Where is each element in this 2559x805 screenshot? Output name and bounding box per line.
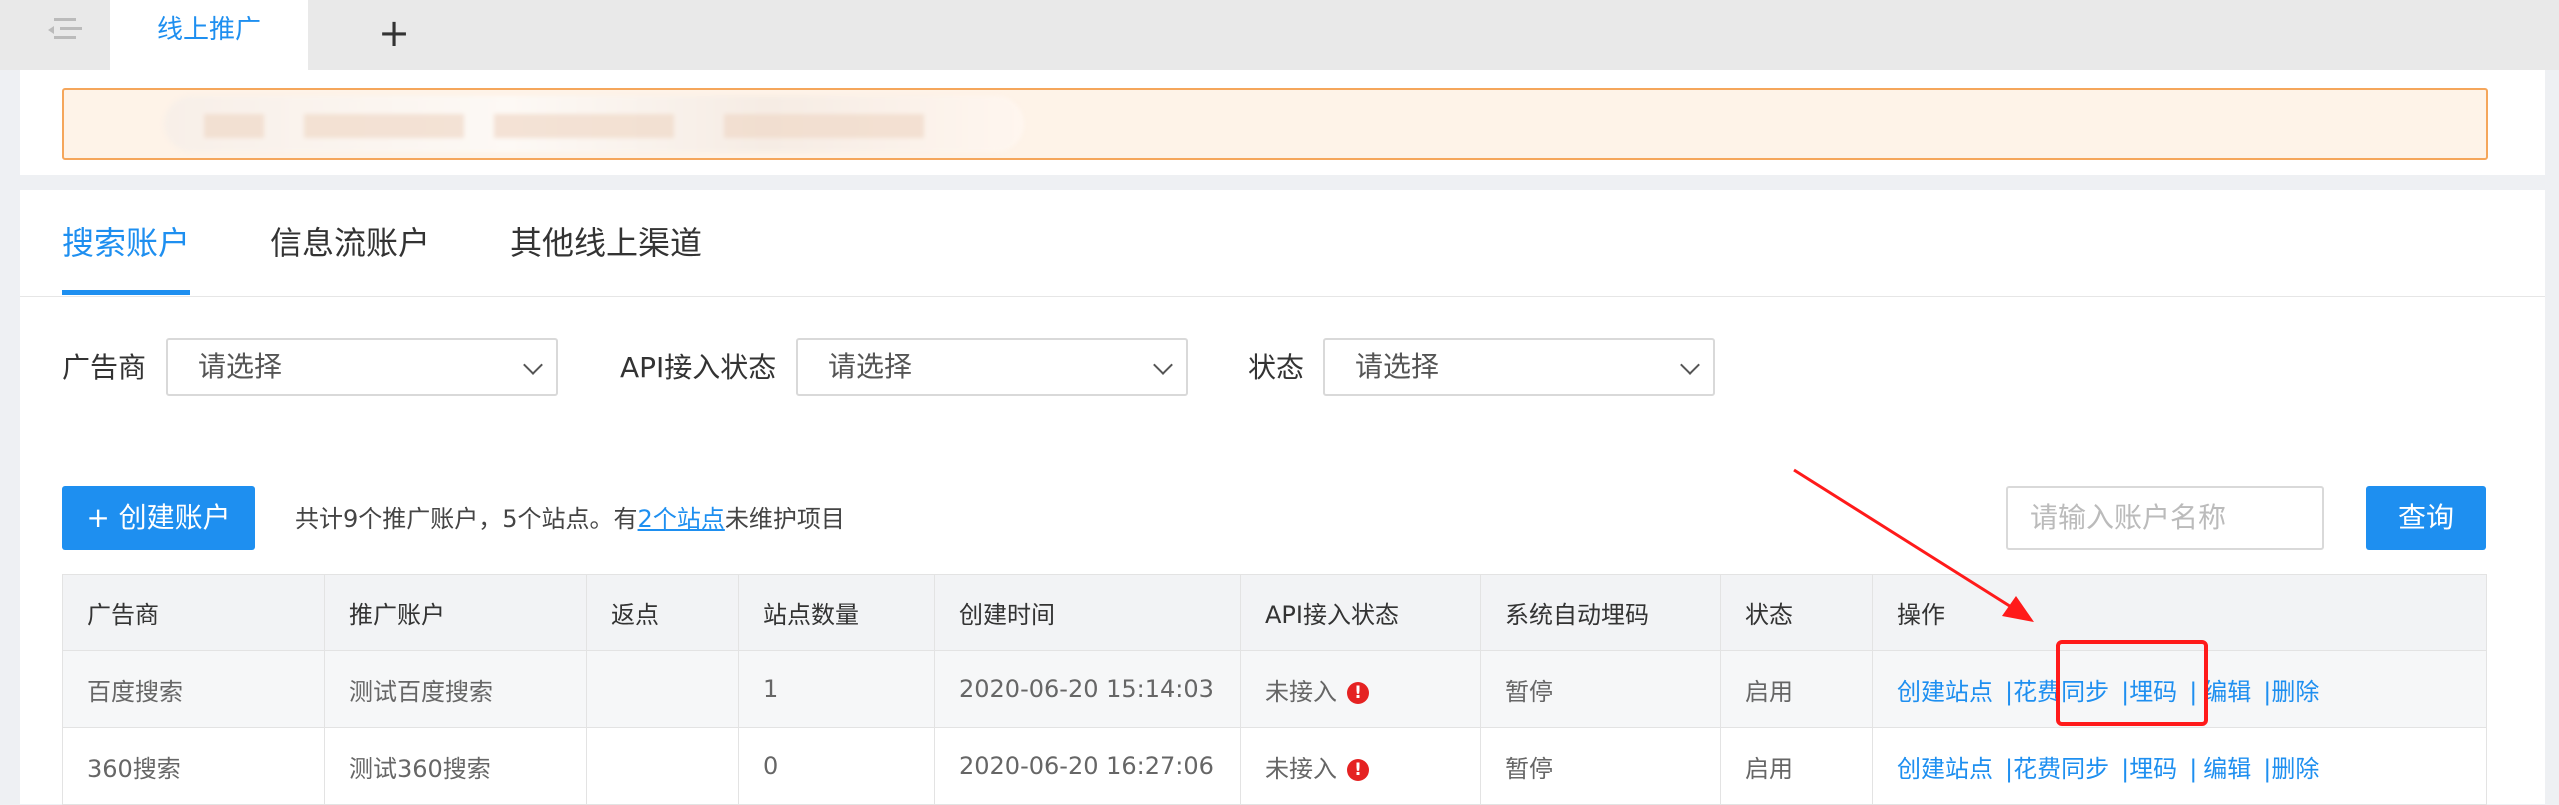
column-header: 推广账户	[324, 574, 587, 651]
cell-created-time: 2020-06-20 15:14:03	[934, 650, 1241, 728]
filter-label-status: 状态	[1248, 351, 1305, 384]
cell-api-status: 未接入!	[1240, 727, 1481, 805]
api-status-text: 未接入	[1265, 754, 1337, 783]
cell-rebate	[586, 650, 739, 728]
column-header: 返点	[586, 574, 739, 651]
blurred-notice-text	[164, 96, 1024, 152]
alert-icon[interactable]: !	[1347, 758, 1369, 781]
action-separator: |	[2005, 754, 2014, 783]
cell-status-toggle[interactable]: 启用	[1720, 727, 1873, 805]
create-site-link[interactable]: 创建站点	[1897, 678, 1993, 706]
search-button[interactable]: 查询	[2366, 486, 2486, 550]
cell-site-count: 0	[738, 727, 935, 805]
unmaintained-sites-link[interactable]: 2个站点	[638, 505, 725, 533]
advertiser-select-value: 请选择	[198, 350, 283, 383]
status-select-value: 请选择	[1355, 350, 1440, 383]
filter-label-api-status: API接入状态	[620, 351, 777, 384]
summary-text: 共计9个推广账户，5个站点。有2个站点未维护项目	[295, 499, 845, 539]
plus-icon[interactable]: +	[372, 10, 416, 56]
chevron-down-icon	[1153, 355, 1173, 375]
api-status-select[interactable]: 请选择	[796, 338, 1188, 396]
advertiser-select[interactable]: 请选择	[166, 338, 558, 396]
action-separator: |	[2189, 754, 2198, 783]
create-account-button[interactable]: + 创建账户	[62, 486, 255, 550]
status-select[interactable]: 请选择	[1323, 338, 1715, 396]
api-status-select-value: 请选择	[828, 350, 913, 383]
table-row: 360搜索 测试360搜索 0 2020-06-20 16:27:06 未接入!…	[62, 727, 2487, 805]
api-status-text: 未接入	[1265, 677, 1337, 706]
embed-code-link[interactable]: 埋码	[2129, 755, 2177, 783]
column-header: 系统自动埋码	[1480, 574, 1721, 651]
cell-account: 测试百度搜索	[324, 650, 587, 728]
chevron-down-icon	[523, 355, 543, 375]
cell-auto-code: 暂停	[1480, 727, 1721, 805]
cell-api-status: 未接入!	[1240, 650, 1481, 728]
column-header: 创建时间	[934, 574, 1241, 651]
summary-suffix: 未维护项目	[724, 505, 845, 533]
cell-created-time: 2020-06-20 16:27:06	[934, 727, 1241, 805]
cell-auto-code: 暂停	[1480, 650, 1721, 728]
create-site-link[interactable]: 创建站点	[1897, 755, 1993, 783]
summary-prefix: 共计9个推广账户，5个站点。有	[295, 505, 638, 533]
cell-advertiser: 360搜索	[62, 727, 325, 805]
cell-actions: 创建站点 |花费同步 |埋码 | 编辑 |删除	[1872, 727, 2487, 805]
chevron-down-icon	[1680, 355, 1700, 375]
action-separator: |	[2121, 754, 2130, 783]
account-type-tabs: 搜索账户 信息流账户 其他线上渠道	[20, 190, 2545, 297]
cost-sync-link[interactable]: 花费同步	[2013, 755, 2109, 783]
cell-site-count: 1	[738, 650, 935, 728]
tab-online-promotion[interactable]: 线上推广	[110, 0, 308, 70]
column-header: 站点数量	[738, 574, 935, 651]
cell-rebate	[586, 727, 739, 805]
alert-icon[interactable]: !	[1347, 681, 1369, 704]
delete-link[interactable]: 删除	[2271, 678, 2319, 706]
edit-link[interactable]: 编辑	[2203, 678, 2251, 706]
filter-label-advertiser: 广告商	[62, 351, 147, 384]
notice-banner	[62, 88, 2488, 160]
edit-link[interactable]: 编辑	[2203, 755, 2251, 783]
delete-link[interactable]: 删除	[2271, 755, 2319, 783]
tab-other-channels[interactable]: 其他线上渠道	[510, 218, 702, 268]
annotation-arrow	[1793, 468, 2034, 622]
menu-collapse-icon[interactable]	[44, 14, 82, 44]
annotation-highlight-box	[2056, 640, 2208, 726]
tab-search-accounts[interactable]: 搜索账户	[62, 218, 190, 268]
cell-account: 测试360搜索	[324, 727, 587, 805]
column-header: 广告商	[62, 574, 325, 651]
active-tab-indicator	[62, 290, 190, 295]
tab-feed-accounts[interactable]: 信息流账户	[270, 218, 430, 268]
tab-bar: 线上推广 +	[0, 0, 2559, 70]
cell-status-toggle[interactable]: 启用	[1720, 650, 1873, 728]
cell-advertiser: 百度搜索	[62, 650, 325, 728]
action-separator: |	[2005, 677, 2014, 706]
column-header: API接入状态	[1240, 574, 1481, 651]
